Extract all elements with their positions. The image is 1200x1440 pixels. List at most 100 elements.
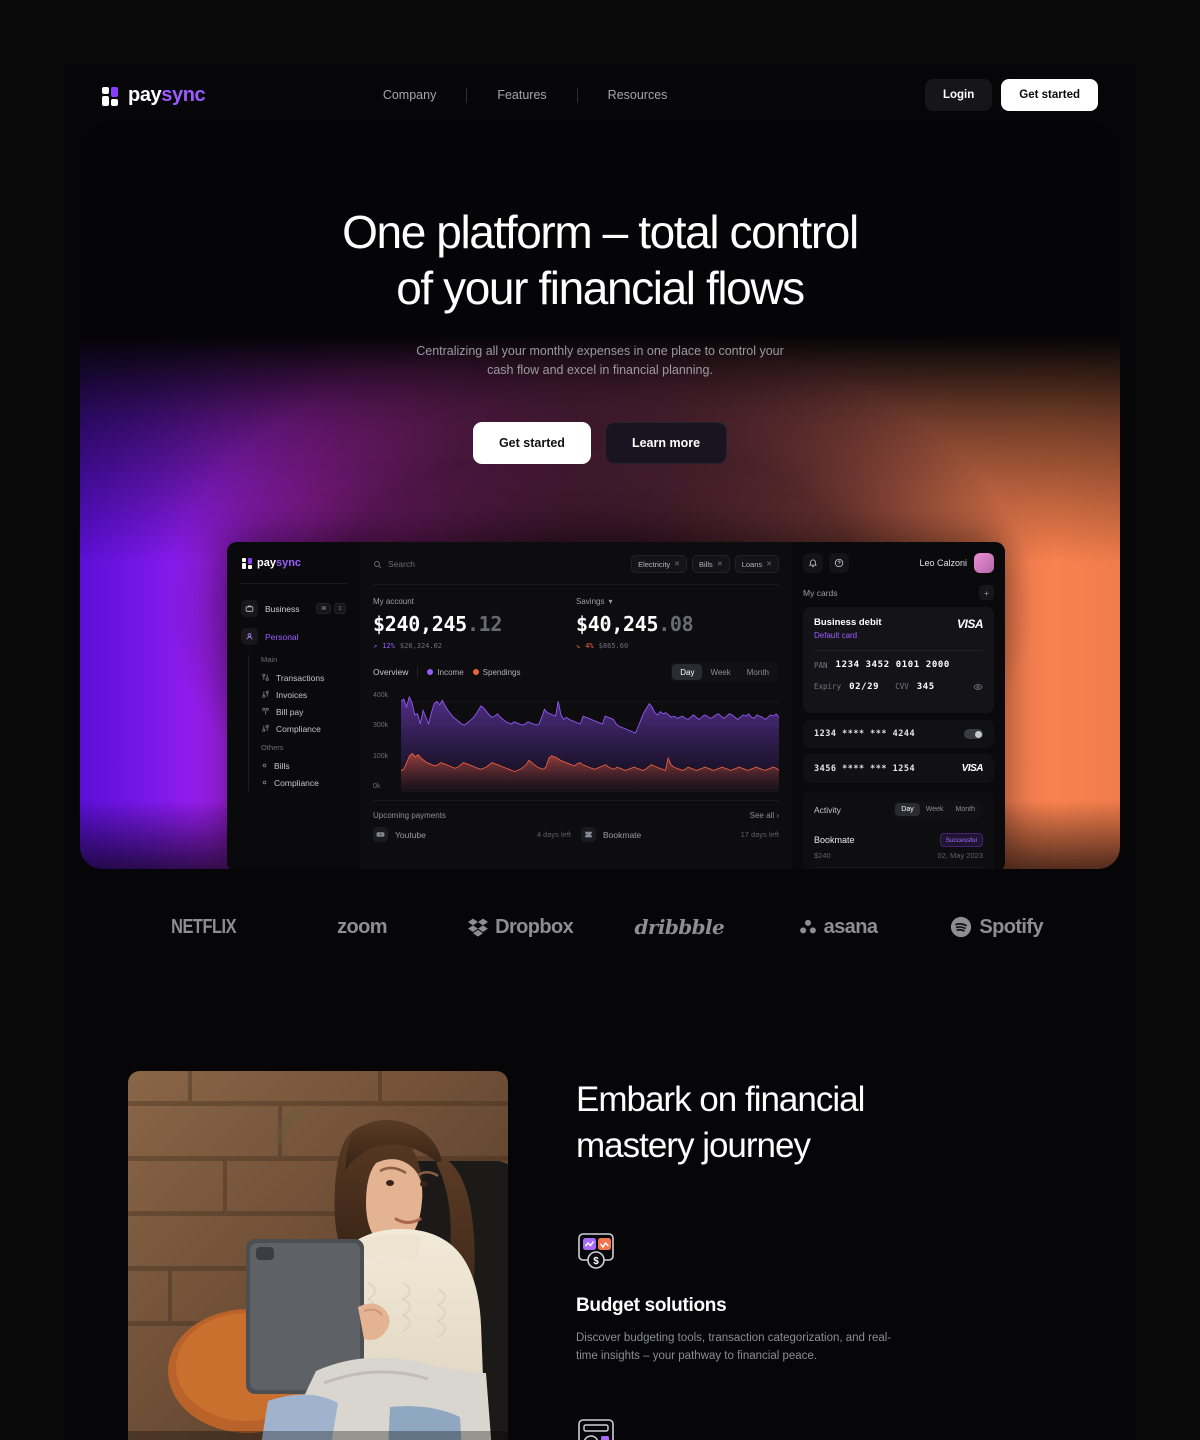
legend-label: Spendings	[482, 667, 521, 677]
nav-link-resources[interactable]: Resources	[578, 88, 698, 102]
y-tick: 100k	[373, 752, 389, 760]
brand-netflix: NETFLIX	[124, 916, 283, 939]
add-card-button[interactable]: +	[979, 585, 994, 600]
legend-label: Income	[437, 667, 464, 677]
filter-chip-bills[interactable]: Bills ✕	[692, 555, 730, 573]
secondary-card-1[interactable]: 1234 **** *** 4244	[803, 720, 994, 748]
circle-icon	[261, 761, 268, 770]
zoom-logo: zoom	[337, 915, 387, 938]
sidebar-item-bill-pay[interactable]: Bill pay	[258, 703, 350, 720]
brand-zoom: zoom	[283, 916, 442, 939]
card-toggle[interactable]	[964, 729, 983, 739]
balance-cents: .12	[466, 612, 503, 636]
filter-chips: Electricity ✕ Bills ✕ Loans ✕	[631, 555, 779, 573]
sidebar-account-business[interactable]: Business ⌘ 1	[237, 596, 350, 621]
y-tick: 400k	[373, 692, 389, 699]
secondary-card-2[interactable]: 3456 **** *** 1254 VISA	[803, 754, 994, 783]
youtube-icon	[373, 827, 388, 842]
logo-grid-icon	[242, 558, 252, 569]
sidebar-divider	[240, 583, 347, 584]
balance-my-account: My account $240,245.12 ↗ 12% $28,324.02	[373, 597, 576, 650]
range-option-month[interactable]: Month	[739, 664, 777, 680]
activity-range-day[interactable]: Day	[895, 803, 920, 816]
notifications-button[interactable]	[803, 553, 823, 573]
visa-logo: VISA	[956, 617, 984, 631]
sidebar-item-transactions[interactable]: Transactions	[258, 669, 350, 686]
hero-subtitle: Centralizing all your monthly expenses i…	[80, 342, 1120, 380]
chart-svg	[401, 695, 779, 792]
page-title: One platform – total control of your fin…	[80, 204, 1120, 316]
badge-shortcut: ⌘	[316, 603, 331, 614]
brand-dribbble: dribbble	[600, 915, 759, 939]
feature-desc-line2: insights – your pathway to financial pea…	[600, 1350, 818, 1362]
filter-chip-electricity[interactable]: Electricity ✕	[631, 555, 688, 573]
expiry-value: 02/29	[849, 681, 880, 692]
sidebar-account-label: Personal	[265, 631, 299, 642]
hero-section: One platform – total control of your fin…	[80, 126, 1120, 869]
nav-link-company[interactable]: Company	[353, 88, 467, 102]
user-profile[interactable]: Leo Calzoni	[919, 553, 994, 573]
balance-value: $240,245.12	[373, 612, 576, 636]
invoices-icon	[261, 690, 270, 699]
payment-name: Youtube	[395, 829, 426, 840]
nav-link-features[interactable]: Features	[467, 88, 576, 102]
trend-up-icon: ↗	[373, 642, 378, 650]
brand-dropbox: Dropbox	[441, 916, 600, 939]
dashboard-preview: paysync Business ⌘ 1 Personal Main Trans…	[227, 542, 1005, 869]
close-icon[interactable]: ✕	[766, 560, 772, 568]
dash-brand-part2: sync	[275, 557, 302, 569]
photo-illustration	[128, 1071, 508, 1440]
sidebar-item-invoices[interactable]: Invoices	[258, 686, 350, 703]
asana-logo: asana	[823, 915, 878, 938]
badge-count: 1	[333, 603, 346, 614]
transactions-icon	[261, 673, 270, 682]
chart-y-axis: 400k 300k 100k 0k	[373, 690, 401, 792]
upcoming-payment-youtube[interactable]: Youtube 4 days left	[373, 827, 571, 842]
activity-row[interactable]: Bookmate Successful $240 02, May 2023	[814, 826, 983, 868]
nav-actions: Login Get started	[924, 79, 1098, 111]
status-badge: Successful	[939, 833, 983, 847]
range-option-day[interactable]: Day	[672, 664, 703, 680]
search-placeholder: Search	[388, 559, 415, 569]
sidebar-item-bills[interactable]: Bills	[258, 757, 350, 774]
sidebar-item-label: Bill pay	[276, 706, 304, 717]
activity-range-month[interactable]: Month	[950, 803, 981, 816]
primary-card[interactable]: Business debit Default card VISA PAN 123…	[803, 607, 994, 713]
delta-amount: $28,324.02	[399, 642, 443, 650]
see-all-link[interactable]: See all ›	[750, 811, 779, 820]
activity-row[interactable]: YoutubeSuccessful $2429, Apr 2023	[814, 868, 983, 869]
chevron-down-icon[interactable]: ▾	[608, 597, 612, 606]
dashboard-sidebar: paysync Business ⌘ 1 Personal Main Trans…	[227, 542, 360, 869]
hero-get-started-button[interactable]: Get started	[472, 422, 591, 464]
sidebar-item-compliance[interactable]: Compliance	[258, 720, 350, 737]
sidebar-account-label: Business	[265, 603, 300, 614]
logo-grid-icon	[102, 86, 119, 106]
close-icon[interactable]: ✕	[674, 560, 680, 568]
upcoming-payment-bookmate[interactable]: Bookmate 17 days left	[581, 827, 779, 842]
sidebar-item-label: Bills	[274, 760, 290, 771]
close-icon[interactable]: ✕	[717, 560, 723, 568]
y-tick: 0k	[373, 782, 381, 790]
payment-due: 4 days left	[536, 830, 571, 839]
see-all-label: See all	[749, 811, 775, 820]
brand-name: paysync	[128, 84, 206, 107]
help-button[interactable]	[829, 553, 849, 573]
login-button[interactable]: Login	[924, 79, 993, 111]
range-option-week[interactable]: Week	[702, 664, 738, 680]
legend-spendings: Spendings	[472, 667, 521, 677]
filter-chip-loans[interactable]: Loans ✕	[734, 555, 779, 573]
feature-budget-solutions: $ Budget solutions Discover budgeting to…	[576, 1229, 1072, 1365]
hero-learn-more-button[interactable]: Learn more	[604, 422, 728, 464]
sidebar-item-compliance-other[interactable]: Compliance	[258, 774, 350, 791]
search-input[interactable]: Search	[373, 559, 623, 569]
expiry-label: Expiry	[814, 682, 842, 691]
brand-logo[interactable]: paysync	[102, 84, 206, 107]
activity-range-week[interactable]: Week	[920, 803, 950, 816]
balance-cards: My account $240,245.12 ↗ 12% $28,324.02 …	[373, 585, 779, 650]
eye-icon[interactable]	[973, 677, 983, 696]
budget-chart-icon: $	[576, 1229, 620, 1273]
feature-tax-solutions: % Tax solutions	[576, 1417, 1072, 1440]
get-started-button[interactable]: Get started	[1001, 79, 1098, 111]
sidebar-account-personal[interactable]: Personal	[237, 624, 350, 649]
balance-value: $40,245.08	[576, 612, 779, 636]
